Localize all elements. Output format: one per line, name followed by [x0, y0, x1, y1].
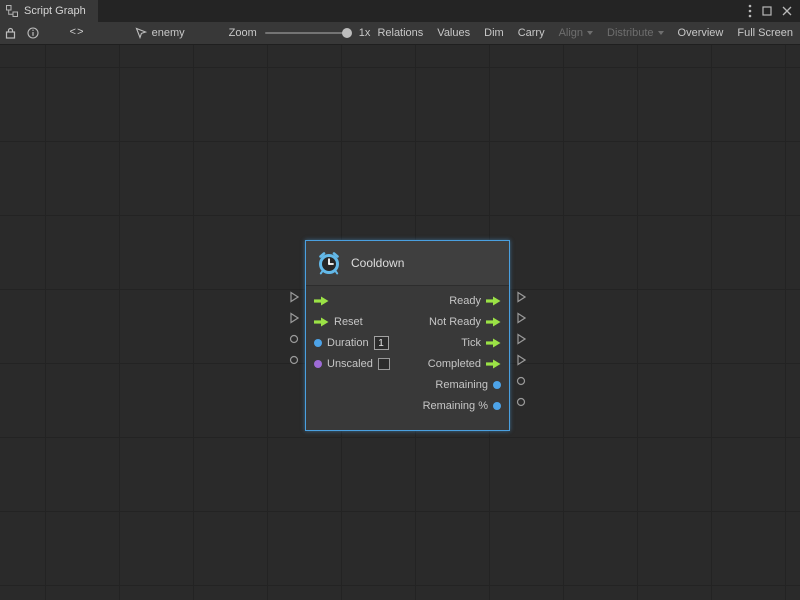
node-title: Cooldown	[351, 256, 404, 270]
value-input-port[interactable]	[283, 328, 305, 349]
port-label: Ready	[449, 295, 481, 307]
port-label: Not Ready	[429, 316, 481, 328]
relations-button[interactable]: Relations	[370, 22, 430, 44]
maximize-icon[interactable]	[762, 6, 772, 16]
value-output-port[interactable]	[510, 370, 532, 391]
flow-output-port[interactable]	[510, 286, 532, 307]
zoom-control: Zoom 1x	[229, 27, 371, 39]
flow-arrow-icon	[314, 317, 329, 327]
zoom-slider-handle[interactable]	[342, 28, 352, 38]
port-label: Remaining %	[423, 400, 488, 412]
flow-arrow-icon	[486, 317, 501, 327]
align-dropdown[interactable]: Align	[552, 22, 600, 44]
value-output-port[interactable]	[510, 391, 532, 412]
value-input-port[interactable]	[283, 349, 305, 370]
flow-input-port[interactable]	[283, 307, 305, 328]
flow-arrow-icon	[314, 296, 329, 306]
values-button[interactable]: Values	[430, 22, 477, 44]
node-right-ports	[510, 240, 532, 431]
titlebar: Script Graph	[0, 0, 800, 22]
flow-output-port[interactable]	[510, 349, 532, 370]
code-icon: <>	[69, 27, 84, 39]
window-controls	[748, 0, 800, 22]
flow-output-port[interactable]	[510, 307, 532, 328]
value-dot-icon	[314, 360, 322, 368]
zoom-slider[interactable]	[265, 32, 351, 34]
kebab-menu-icon[interactable]	[748, 4, 752, 18]
flow-output-port[interactable]	[510, 328, 532, 349]
chevron-down-icon	[587, 31, 593, 35]
carry-button[interactable]: Carry	[511, 22, 552, 44]
close-icon[interactable]	[782, 6, 792, 16]
titlebar-spacer	[98, 0, 748, 22]
empty-port-slot	[283, 370, 305, 391]
node-left-ports	[283, 240, 305, 431]
tab-script-graph[interactable]: Script Graph	[0, 0, 98, 22]
graph-canvas[interactable]: Cooldown Ready	[0, 45, 800, 600]
port-label: Tick	[461, 337, 481, 349]
flow-input-port[interactable]	[283, 286, 305, 307]
tab-title: Script Graph	[24, 5, 86, 17]
port-label: Reset	[334, 316, 363, 328]
info-icon[interactable]	[22, 22, 44, 44]
node-box[interactable]: Cooldown Ready	[305, 240, 510, 431]
port-row: Remaining %	[306, 395, 509, 416]
flow-arrow-icon	[486, 359, 501, 369]
value-dot-icon	[314, 339, 322, 347]
alarm-clock-icon	[316, 250, 342, 276]
dim-button[interactable]: Dim	[477, 22, 511, 44]
graph-name: enemy	[152, 27, 185, 39]
port-label: Completed	[428, 358, 481, 370]
graph-toolbar: <> enemy Zoom 1x Relations Values	[0, 22, 800, 45]
port-row: Duration 1 Tick	[306, 332, 509, 353]
duration-value-field[interactable]: 1	[374, 336, 389, 350]
unscaled-checkbox[interactable]	[378, 358, 390, 370]
flow-arrow-icon	[486, 296, 501, 306]
graph-reference[interactable]: enemy	[135, 27, 185, 39]
empty-port-slot	[283, 391, 305, 412]
overview-button[interactable]: Overview	[671, 22, 731, 44]
distribute-dropdown[interactable]: Distribute	[600, 22, 670, 44]
script-graph-window: Script Graph	[0, 0, 800, 600]
value-dot-icon	[493, 381, 501, 389]
value-dot-icon	[493, 402, 501, 410]
node-header[interactable]: Cooldown	[306, 241, 509, 286]
port-row: Unscaled Completed	[306, 353, 509, 374]
zoom-value: 1x	[359, 27, 371, 39]
flow-arrow-icon	[486, 338, 501, 348]
cooldown-node[interactable]: Cooldown Ready	[283, 240, 532, 431]
port-row: Reset Not Ready	[306, 311, 509, 332]
chevron-down-icon	[658, 31, 664, 35]
script-graph-icon	[6, 5, 18, 17]
port-row: Remaining	[306, 374, 509, 395]
port-label: Unscaled	[327, 358, 373, 370]
port-label: Duration	[327, 337, 369, 349]
port-row: Ready	[306, 290, 509, 311]
graph-pointer-icon	[135, 27, 147, 39]
full-screen-button[interactable]: Full Screen	[730, 22, 800, 44]
lock-icon[interactable]	[0, 22, 22, 44]
node-body: Ready Reset Not Ready	[306, 286, 509, 430]
code-toggle-button[interactable]: <>	[59, 22, 94, 44]
toolbar-buttons: Relations Values Dim Carry Align Distrib…	[370, 22, 800, 44]
port-label: Remaining	[435, 379, 488, 391]
zoom-label: Zoom	[229, 27, 257, 39]
